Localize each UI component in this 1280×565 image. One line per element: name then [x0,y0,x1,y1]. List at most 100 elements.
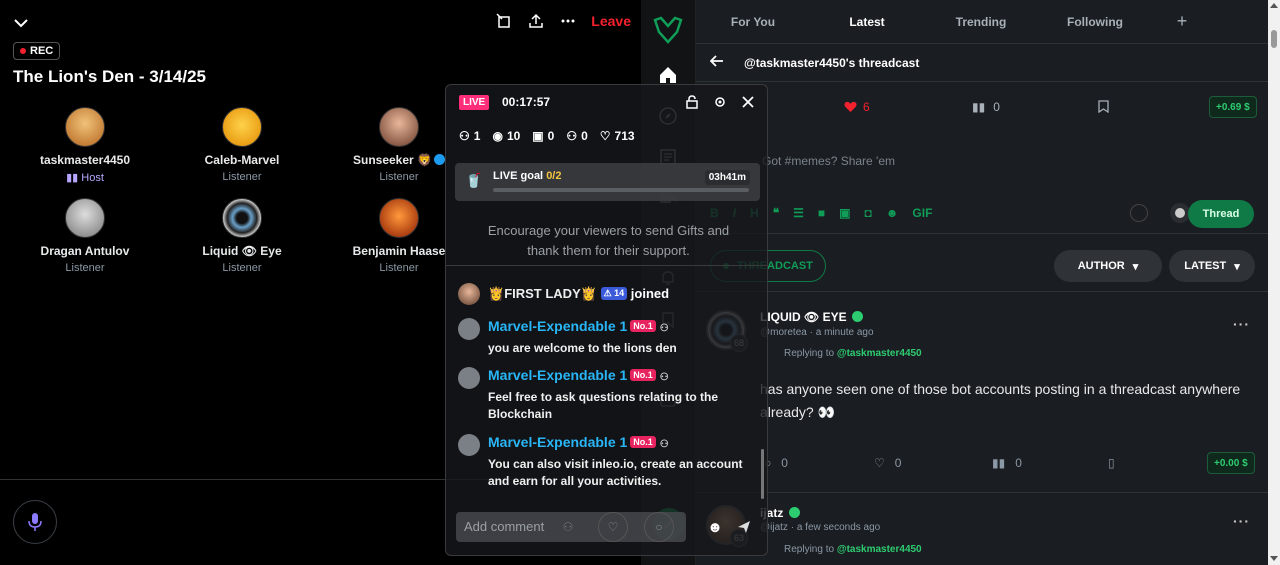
replying-to-link[interactable]: @taskmaster4450 [837,544,922,555]
avatar [65,107,105,147]
profile-icon[interactable]: ⚇ [660,439,669,450]
profile-icon[interactable]: ⚇ [660,323,669,334]
views-stat[interactable]: ▮▮ 0 [992,456,1022,470]
send-icon[interactable] [729,512,759,542]
emoji-icon[interactable]: ☻ [886,206,899,220]
author-filter-button[interactable]: AUTHOR ▾ [1054,250,1162,282]
scroll-thumb[interactable] [1271,30,1277,48]
chat-username[interactable]: Marvel-Expendable 1 No.1 ⚇ [488,367,669,383]
speaker-name: Sunseeker 🦁 [339,153,459,167]
chevron-down-icon[interactable] [12,14,30,32]
lion-logo-icon[interactable] [653,16,683,44]
like-count: 6 [863,100,870,114]
compose-area: Got #memes? Share 'em B I H ❝ ☰ ■ ▣ ◘ ☻ … [696,140,1268,234]
share-icon[interactable] [527,12,545,30]
live-goal-card[interactable]: 🥤 LIVE goal 0/2 03h41m [455,163,760,201]
replying-to-link[interactable]: @taskmaster4450 [837,348,922,359]
speaker-name: Benjamin Haase [352,244,446,258]
avatar [379,198,419,238]
speaker-role: Listener [222,171,262,183]
gif-button[interactable]: GIF [912,206,932,220]
verified-icon [788,507,800,518]
views-stat[interactable]: ▮▮ 0 [972,100,1000,114]
thread-post[interactable]: 63 ijatz @ijatz · a few seconds ago Repl… [696,493,1268,565]
thread-post[interactable]: 68 LIQUID 👁 EYE @moretea · a minute ago … [696,292,1268,492]
post-menu-icon[interactable]: ··· [1233,316,1250,332]
close-icon[interactable] [741,95,755,114]
rec-label: REC [30,45,54,57]
video-upload-icon[interactable]: ■ [818,206,825,220]
back-arrow-icon[interactable] [709,55,724,70]
heart-outline-icon: ♡ [874,456,885,470]
add-tab-button[interactable]: + [1152,11,1212,32]
avatar [222,198,262,238]
payout-badge[interactable]: +0.00 $ [1207,452,1255,474]
gifts-stat[interactable]: ▣ 0 [532,129,554,143]
settings-icon[interactable] [713,95,727,114]
tag-people-icon[interactable]: ⚇ [553,512,583,542]
more-icon[interactable] [559,12,577,30]
chat-bubble-icon[interactable]: ○ [644,512,674,542]
compose-input[interactable]: Got #memes? Share 'em [762,154,895,168]
threadcast-feed: For You Latest Trending Following + @tas… [696,0,1268,565]
mic-button[interactable] [13,500,57,544]
quote-icon[interactable]: ❝ [773,206,779,220]
bookmark-icon[interactable] [1098,100,1109,116]
speaker-role: Listener [379,262,419,274]
viewers-stat[interactable]: ⚇ 1 [459,129,480,143]
emoji-icon[interactable]: ☻ [700,512,730,542]
tab-latest[interactable]: Latest [810,15,924,29]
image-icon[interactable]: ▣ [839,206,850,220]
thread-submit-button[interactable]: Thread [1188,200,1254,228]
chat-message[interactable]: Marvel-Expendable 1 No.1 ⚇ You can also v… [458,434,758,490]
globe-icon[interactable] [1170,203,1190,223]
profile-icon[interactable]: ⚇ [660,372,669,383]
avatar[interactable] [458,318,480,340]
tab-for-you[interactable]: For You [696,15,810,29]
level-badge: ⚠ 14 [600,287,628,300]
divider [446,265,769,266]
speaker-card[interactable]: Caleb-Marvel Listener [182,107,302,183]
post-author[interactable]: LIQUID 👁 EYE [760,310,863,324]
avatar[interactable] [458,283,480,305]
chat-message[interactable]: Marvel-Expendable 1 No.1 ⚇ Feel free to a… [458,367,758,423]
followers-stat[interactable]: ⚇ 0 [566,129,587,143]
payout-badge[interactable]: +0.69 $ [1209,96,1257,118]
eye-icon: ◉ [492,129,503,143]
speaker-card[interactable]: Sunseeker 🦁 Listener [339,107,459,183]
page-scrollbar[interactable] [1268,0,1280,565]
scroll-down-icon[interactable] [1270,556,1278,561]
chat-username[interactable]: Marvel-Expendable 1 No.1 ⚇ [488,318,669,334]
chat-message[interactable]: Marvel-Expendable 1 No.1 ⚇ you are welcom… [458,318,758,358]
avatar[interactable] [458,367,480,389]
broken-heart-icon[interactable]: ♡ [598,512,628,542]
latest-filter-button[interactable]: LATEST ▾ [1169,250,1255,282]
views-stat[interactable]: ◉ 10 [492,129,520,143]
speaker-card[interactable]: Dragan Antulov Listener [25,198,145,274]
views-count: 0 [993,100,1000,114]
filter-bar: THREADCAST AUTHOR ▾ LATEST ▾ [696,240,1268,292]
leave-button[interactable]: Leave [591,13,631,29]
rec-badge: REC [13,42,61,60]
speaker-card[interactable]: Liquid 👁 Eye Listener [182,198,302,274]
tab-trending[interactable]: Trending [924,15,1038,29]
chat-scrollbar[interactable] [761,449,764,499]
like-button[interactable]: ♡ 0 [874,456,901,470]
media-icon[interactable]: ◘ [865,206,872,220]
speaker-card[interactable]: taskmaster4450 ▮▮ Host [25,107,145,184]
scroll-up-icon[interactable] [1270,3,1278,8]
like-button[interactable]: 6 [844,100,870,114]
avatar[interactable] [458,434,480,456]
home-icon[interactable] [658,65,678,85]
likes-stat[interactable]: ♡ 713 [600,129,635,143]
post-menu-icon[interactable]: ··· [1233,513,1250,529]
tab-following[interactable]: Following [1038,15,1152,29]
verified-icon [434,154,445,165]
minimize-icon[interactable] [495,12,513,30]
speaker-card[interactable]: Benjamin Haase Listener [339,198,459,274]
list-icon[interactable]: ☰ [793,206,804,220]
chat-username[interactable]: Marvel-Expendable 1 No.1 ⚇ [488,434,669,450]
microphone-icon [28,513,42,531]
lock-icon[interactable] [685,95,699,114]
bookmark-icon[interactable]: ▯ [1108,456,1115,470]
